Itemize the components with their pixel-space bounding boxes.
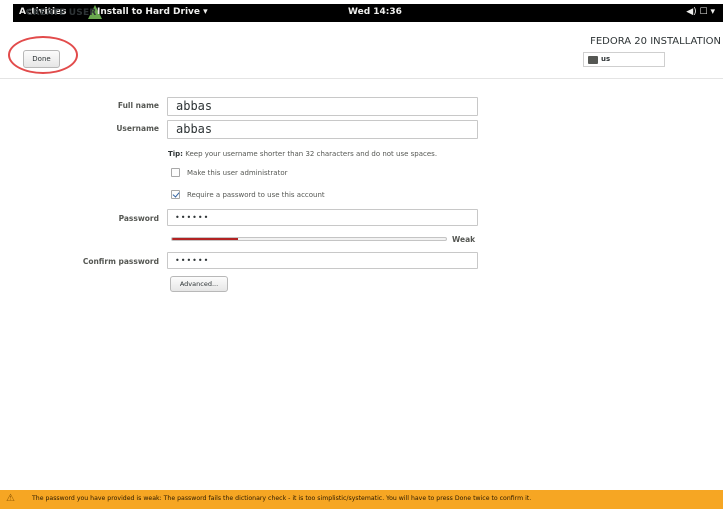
- username-input[interactable]: abbas: [167, 120, 478, 139]
- keyboard-layout-indicator[interactable]: us: [583, 52, 665, 67]
- admin-checkbox[interactable]: [171, 168, 180, 177]
- header-divider: [0, 78, 723, 79]
- advanced-button[interactable]: Advanced...: [170, 276, 228, 292]
- installation-title: FEDORA 20 INSTALLATION: [590, 36, 721, 47]
- full-name-label: Full name: [117, 101, 159, 110]
- warning-icon: ⚠: [6, 493, 15, 504]
- keyboard-icon: [588, 56, 598, 64]
- password-strength-bar: [171, 237, 447, 241]
- require-password-checkbox[interactable]: [171, 190, 180, 199]
- password-input[interactable]: ••••••: [167, 209, 478, 226]
- done-button[interactable]: Done: [23, 50, 60, 68]
- tip-prefix: Tip:: [168, 150, 183, 158]
- require-password-label[interactable]: Require a password to use this account: [187, 191, 325, 199]
- password-label: Password: [118, 214, 159, 223]
- top-bar: Activities Install to Hard Drive ▾ Wed 1…: [13, 4, 723, 22]
- admin-checkbox-label[interactable]: Make this user administrator: [187, 169, 288, 177]
- password-strength-fill: [172, 238, 238, 240]
- username-tip: Tip: Keep your username shorter than 32 …: [168, 150, 437, 158]
- app-menu[interactable]: Install to Hard Drive ▾: [97, 7, 208, 17]
- keyboard-layout-label: us: [601, 55, 611, 63]
- confirm-password-label: Confirm password: [82, 257, 159, 266]
- warning-text: The password you have provided is weak: …: [32, 495, 532, 502]
- page-title: CREATE USER: [26, 8, 97, 18]
- clock[interactable]: Wed 14:36: [348, 7, 402, 17]
- tip-text: Keep your username shorter than 32 chara…: [185, 150, 438, 158]
- full-name-input[interactable]: abbas: [167, 97, 478, 116]
- system-status-menu[interactable]: ◀) ☐ ▾: [686, 7, 715, 17]
- confirm-password-input[interactable]: ••••••: [167, 252, 478, 269]
- username-label: Username: [116, 124, 159, 133]
- password-strength-label: Weak: [452, 235, 476, 244]
- warning-bar[interactable]: ⚠ The password you have provided is weak…: [0, 490, 723, 509]
